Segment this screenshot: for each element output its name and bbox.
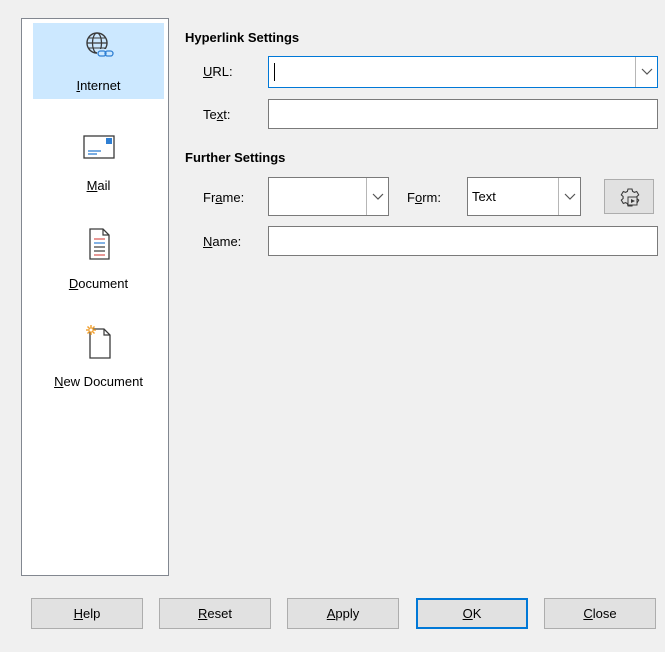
- form-dropdown-button[interactable]: [558, 178, 580, 215]
- envelope-icon: [82, 135, 115, 159]
- chevron-down-icon: [641, 68, 653, 75]
- sidebar-item-label: Mail: [86, 178, 111, 193]
- text-input[interactable]: [268, 99, 658, 129]
- help-button[interactable]: Help: [31, 598, 143, 629]
- events-button[interactable]: [604, 179, 654, 214]
- sidebar-item-label: New Document: [54, 374, 143, 389]
- url-dropdown-button[interactable]: [635, 57, 657, 87]
- sidebar-item-document[interactable]: Document: [33, 221, 164, 297]
- hyperlink-settings-title: Hyperlink Settings: [185, 30, 300, 45]
- url-combobox[interactable]: [268, 56, 658, 88]
- frame-combobox[interactable]: [268, 177, 389, 216]
- name-label: Name:: [203, 234, 242, 249]
- ok-button[interactable]: OK: [416, 598, 528, 629]
- frame-dropdown-button[interactable]: [366, 178, 388, 215]
- text-caret: [274, 63, 275, 81]
- apply-button[interactable]: Apply: [287, 598, 399, 629]
- new-document-icon: [85, 325, 111, 359]
- hyperlink-type-list: Internet Mail Document New Document: [21, 18, 169, 576]
- sidebar-item-new-document[interactable]: New Document: [33, 319, 164, 395]
- sidebar-item-mail[interactable]: Mail: [33, 123, 164, 199]
- url-label: URL:: [203, 64, 233, 79]
- name-input[interactable]: [268, 226, 658, 256]
- chevron-down-icon: [564, 193, 576, 200]
- frame-label: Frame:: [203, 190, 245, 205]
- globe-link-icon: [85, 32, 115, 58]
- form-value: Text: [472, 189, 496, 204]
- chevron-down-icon: [372, 193, 384, 200]
- further-settings-title: Further Settings: [185, 150, 286, 165]
- events-gear-icon: [620, 188, 640, 207]
- document-icon: [88, 228, 110, 260]
- text-label: Text:: [203, 107, 231, 122]
- form-label: Form:: [407, 190, 441, 205]
- form-combobox[interactable]: Text: [467, 177, 581, 216]
- close-button[interactable]: Close: [544, 598, 656, 629]
- sidebar-item-label: Document: [68, 276, 129, 291]
- sidebar-item-internet[interactable]: Internet: [33, 23, 164, 99]
- sidebar-item-label: Internet: [76, 78, 121, 93]
- reset-button[interactable]: Reset: [159, 598, 271, 629]
